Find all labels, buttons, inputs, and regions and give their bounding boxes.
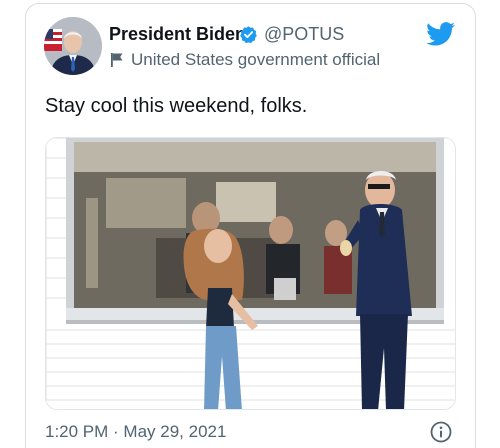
handle[interactable]: @POTUS [264,24,344,45]
photo-illustration [46,138,455,409]
account-label: United States government official [131,50,381,69]
flag-icon [111,53,123,67]
tweet-text: Stay cool this weekend, folks. [45,95,308,117]
info-icon[interactable] [430,421,452,443]
avatar[interactable] [44,17,102,75]
tweet-timestamp[interactable]: 1:20 PM · May 29, 2021 [45,422,226,442]
display-name[interactable]: President Biden [109,24,246,45]
verified-badge-icon [240,26,257,44]
avatar-photo [44,17,102,75]
tweet-photo[interactable] [45,137,456,410]
twitter-bird-icon[interactable] [426,22,456,46]
